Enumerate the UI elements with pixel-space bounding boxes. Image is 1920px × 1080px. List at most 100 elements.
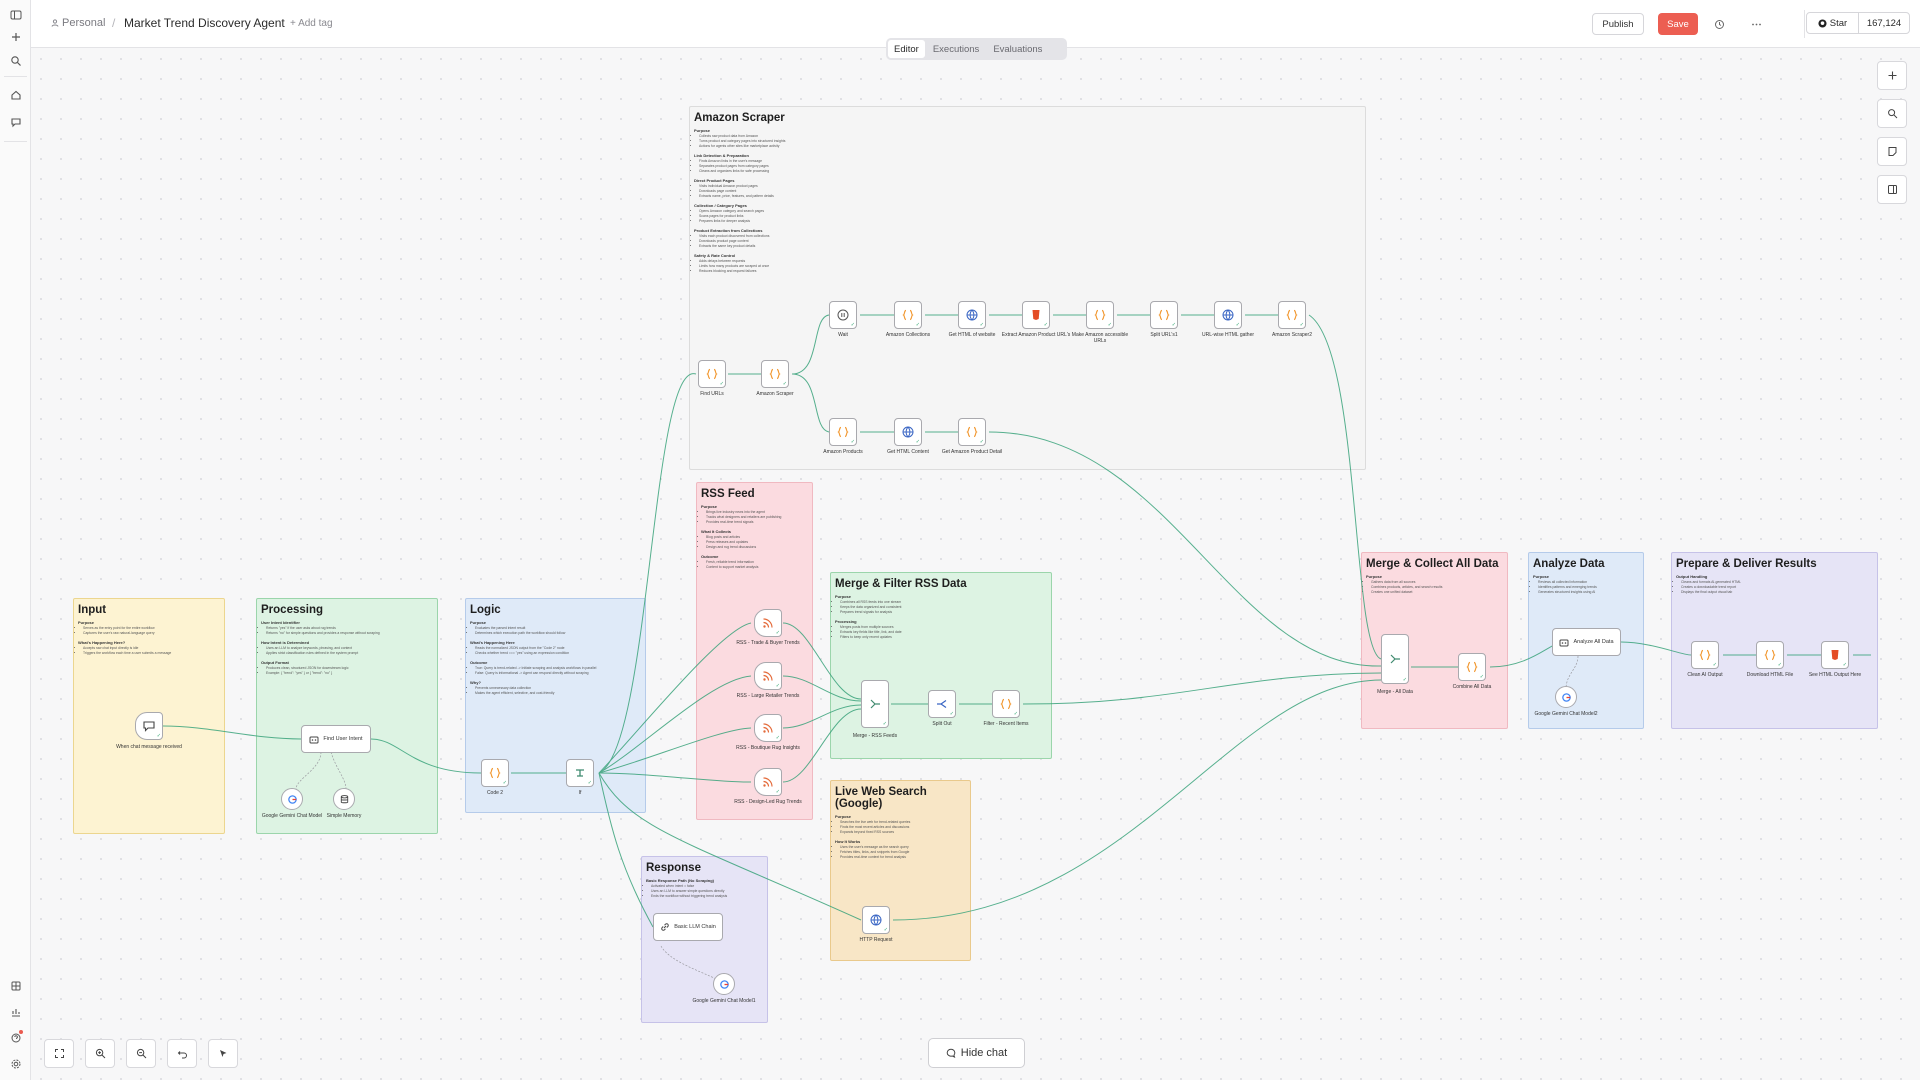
help-icon[interactable] bbox=[7, 1029, 24, 1046]
insights-icon[interactable] bbox=[7, 1003, 24, 1020]
toggle-sidebar-icon[interactable] bbox=[7, 6, 24, 23]
node-split-urls[interactable]: ✓ bbox=[1150, 301, 1178, 329]
chat-icon[interactable] bbox=[7, 113, 24, 130]
node-analyze-all[interactable]: Analyze All Data bbox=[1552, 628, 1621, 656]
label-rss-boutique: RSS - Boutique Rug Insights bbox=[736, 745, 800, 751]
workflow-canvas[interactable]: Amazon ScraperPurposeCollects raw produc… bbox=[31, 49, 1920, 1080]
google-icon bbox=[1561, 692, 1571, 702]
node-rss-trade[interactable]: ✓ bbox=[754, 609, 782, 637]
sticky-bullet: Ends the workflow without triggering tre… bbox=[651, 894, 763, 899]
sticky-live-web-search[interactable]: Live Web Search (Google) PurposeSearches … bbox=[830, 780, 971, 961]
hide-chat-label: Hide chat bbox=[960, 1047, 1008, 1059]
node-get-html-website[interactable]: ✓ bbox=[958, 301, 986, 329]
node-gemini-analyze[interactable] bbox=[1555, 686, 1577, 708]
node-amazon-scraper2[interactable]: ✓ bbox=[1278, 301, 1306, 329]
left-rail bbox=[0, 0, 31, 1080]
label-gemini-response: Google Gemini Chat Model1 bbox=[692, 998, 756, 1004]
node-rss-design[interactable]: ✓ bbox=[754, 768, 782, 796]
sticky-merge-filter-rss[interactable]: Merge & Filter RSS Data PurposeCombines a… bbox=[830, 572, 1052, 759]
undo-button[interactable] bbox=[167, 1039, 197, 1068]
sticky-bullet-list: Activated when intent = falseUses an LLM… bbox=[651, 884, 763, 899]
node-see-html-output[interactable]: ✓ bbox=[1821, 641, 1849, 669]
code-braces-icon bbox=[489, 767, 501, 779]
node-get-amazon-detail[interactable]: ✓ bbox=[958, 418, 986, 446]
node-download-html[interactable]: ✓ bbox=[1756, 641, 1784, 669]
node-make-amazon-urls[interactable]: ✓ bbox=[1086, 301, 1114, 329]
settings-icon[interactable] bbox=[7, 1055, 24, 1072]
sticky-title: Merge & Collect All Data bbox=[1366, 558, 1499, 570]
label-make-amazon-urls: Make Amazon accessible URLs bbox=[1071, 332, 1129, 344]
node-basic-llm-chain[interactable]: Basic LLM Chain bbox=[653, 913, 723, 941]
search-icon[interactable] bbox=[7, 52, 24, 69]
save-button[interactable]: Save bbox=[1658, 13, 1698, 35]
node-url-html-gather[interactable]: ✓ bbox=[1214, 301, 1242, 329]
node-filter-recent[interactable]: ✓ bbox=[992, 690, 1020, 718]
node-split-out[interactable]: ✓ bbox=[928, 690, 956, 718]
breadcrumb-personal[interactable]: Personal bbox=[51, 17, 105, 29]
tab-editor[interactable]: Editor bbox=[888, 40, 925, 58]
chat-trigger-icon bbox=[143, 721, 155, 732]
fit-view-button[interactable] bbox=[44, 1039, 74, 1068]
node-chat-trigger[interactable]: ✓ bbox=[135, 712, 163, 740]
tab-evaluations[interactable]: Evaluations bbox=[987, 40, 1048, 58]
node-merge-all[interactable]: ✓ bbox=[1381, 634, 1409, 684]
add-tag-button[interactable]: + Add tag bbox=[290, 18, 333, 29]
search-icon bbox=[1887, 109, 1897, 119]
node-rss-boutique[interactable]: ✓ bbox=[754, 714, 782, 742]
html-file-icon bbox=[1831, 650, 1839, 660]
history-icon[interactable] bbox=[1711, 16, 1727, 32]
code-braces-icon bbox=[769, 368, 781, 380]
node-amazon-scraper[interactable]: ✓ bbox=[761, 360, 789, 388]
github-star-button[interactable]: Star 167,124 bbox=[1806, 12, 1910, 34]
tidy-up-button[interactable] bbox=[208, 1039, 238, 1068]
zoom-in-button[interactable] bbox=[85, 1039, 115, 1068]
node-combine-all[interactable]: ✓ bbox=[1458, 653, 1486, 681]
node-find-user-intent[interactable]: Find User Intent bbox=[301, 725, 371, 753]
node-get-html-content[interactable]: ✓ bbox=[894, 418, 922, 446]
node-clean-ai-output[interactable]: ✓ bbox=[1691, 641, 1719, 669]
sticky-bullet-list: Reviews all collected informationIdentif… bbox=[1538, 580, 1639, 595]
node-amazon-collections[interactable]: ✓ bbox=[894, 301, 922, 329]
publish-button[interactable]: Publish bbox=[1592, 13, 1644, 35]
sticky-bullet-list: Collects raw product data from AmazonTur… bbox=[699, 134, 1361, 149]
workflow-title[interactable]: Market Trend Discovery Agent bbox=[124, 16, 285, 30]
node-if[interactable]: ✓ bbox=[566, 759, 594, 787]
more-options-icon[interactable] bbox=[1748, 16, 1764, 32]
node-merge-rss-feeds[interactable]: ✓ bbox=[861, 680, 889, 728]
sticky-rss-feed[interactable]: RSS Feed PurposeBrings live industry news… bbox=[696, 482, 813, 820]
node-gemini-response[interactable] bbox=[713, 973, 735, 995]
templates-icon[interactable] bbox=[7, 977, 24, 994]
node-wait[interactable]: ✓ bbox=[829, 301, 857, 329]
hide-chat-button[interactable]: Hide chat bbox=[928, 1038, 1025, 1068]
sticky-amazon-scraper[interactable]: Amazon Scraper PurposeCollects raw produc… bbox=[689, 106, 1366, 470]
zoom-out-button[interactable] bbox=[126, 1039, 156, 1068]
label-rss-design: RSS - Design-Led Rug Trends bbox=[734, 799, 802, 805]
label-url-html-gather: URL-wise HTML gather bbox=[1201, 332, 1255, 338]
label-find-user-intent: Find User Intent bbox=[323, 736, 363, 742]
node-code-2[interactable]: ✓ bbox=[481, 759, 509, 787]
node-find-urls[interactable]: ✓ bbox=[698, 360, 726, 388]
node-amazon-products[interactable]: ✓ bbox=[829, 418, 857, 446]
sticky-section-heading: Output Handling bbox=[1676, 574, 1708, 579]
search-nodes-button[interactable] bbox=[1877, 99, 1907, 128]
sticky-bullet: Example: { "trend": "yes" } or { "trend"… bbox=[266, 671, 433, 676]
plus-icon[interactable] bbox=[7, 28, 24, 45]
add-node-button[interactable] bbox=[1877, 61, 1907, 90]
node-http-request[interactable]: ✓ bbox=[862, 906, 890, 934]
html-file-icon bbox=[1032, 310, 1040, 320]
sticky-bullet-list: Visits each product discovered from coll… bbox=[699, 234, 1361, 249]
sticky-title: Merge & Filter RSS Data bbox=[835, 578, 967, 590]
sticky-section-heading: Collection / Category Pages bbox=[694, 203, 747, 208]
sticky-section-heading: What's Happening Here bbox=[470, 640, 515, 645]
home-icon[interactable] bbox=[7, 86, 24, 103]
node-rss-retailer[interactable]: ✓ bbox=[754, 662, 782, 690]
sticky-bullet: Design and rug trend discussions bbox=[706, 545, 808, 550]
globe-icon bbox=[902, 426, 914, 438]
node-gemini-chat-model[interactable] bbox=[281, 788, 303, 810]
sticky-note-button[interactable] bbox=[1877, 137, 1907, 166]
node-extract-amazon-urls[interactable]: ✓ bbox=[1022, 301, 1050, 329]
node-simple-memory[interactable] bbox=[333, 788, 355, 810]
sticky-bullet: Cleans and organizes links for safe proc… bbox=[699, 169, 1361, 174]
tab-executions[interactable]: Executions bbox=[927, 40, 985, 58]
toggle-panel-button[interactable] bbox=[1877, 175, 1907, 204]
